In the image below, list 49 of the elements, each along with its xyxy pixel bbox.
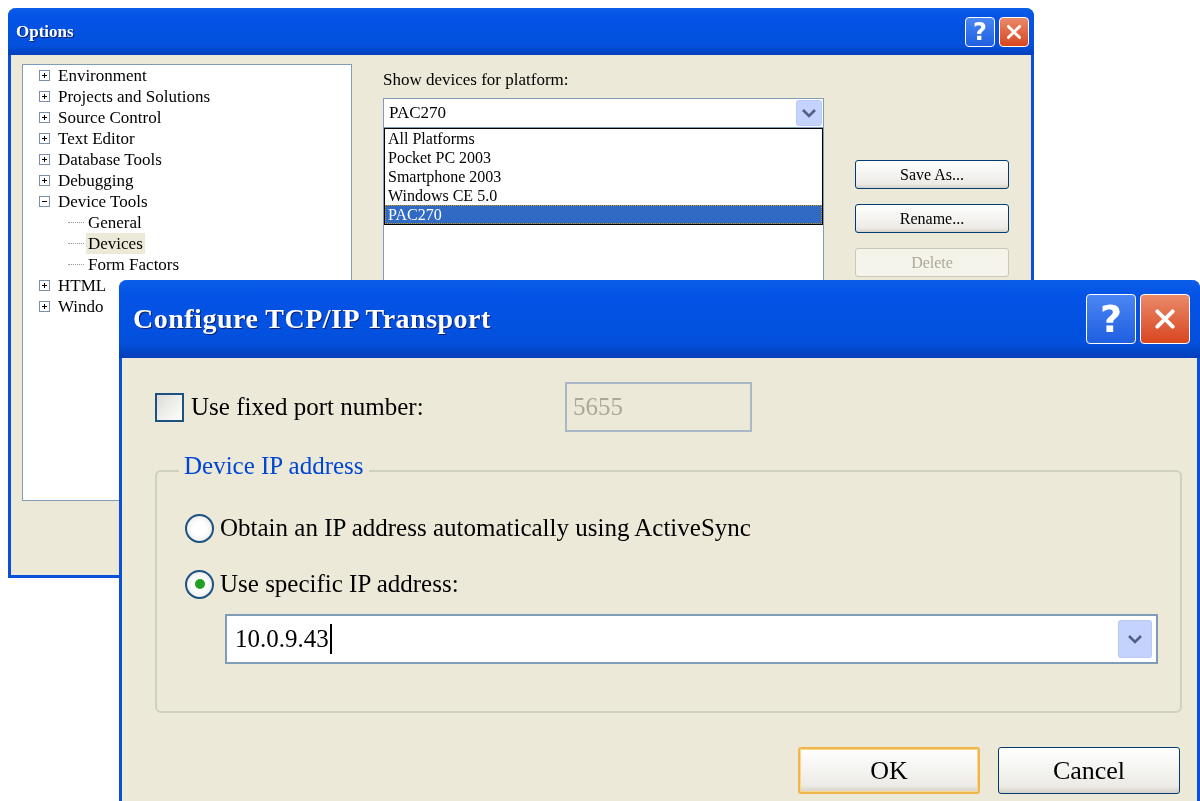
expand-icon[interactable] xyxy=(39,301,50,312)
tree-item[interactable]: Text Editor xyxy=(56,128,137,149)
tree-item[interactable]: Device Tools xyxy=(56,191,150,212)
radio-button[interactable] xyxy=(185,569,214,599)
expand-icon[interactable] xyxy=(39,280,50,291)
dropdown-button[interactable] xyxy=(796,100,822,126)
tree-item[interactable]: Devices xyxy=(86,233,145,254)
dropdown-option[interactable]: Pocket PC 2003 xyxy=(385,148,822,167)
collapse-icon[interactable] xyxy=(39,196,50,207)
dialog-button[interactable]: OK xyxy=(798,747,980,794)
tree-item[interactable]: Database Tools xyxy=(56,149,164,170)
tree-item[interactable]: Debugging xyxy=(56,170,136,191)
expand-icon[interactable] xyxy=(39,175,50,186)
expand-icon[interactable] xyxy=(39,91,50,102)
tree-item[interactable]: Projects and Solutions xyxy=(56,86,213,107)
dropdown-option[interactable]: PAC270 xyxy=(385,205,822,224)
window-title: Configure TCP/IP Transport xyxy=(133,303,491,335)
expand-icon[interactable] xyxy=(39,133,50,144)
close-icon xyxy=(1154,308,1176,330)
dialog-button[interactable]: Save As... xyxy=(855,160,1009,189)
dropdown-option[interactable]: All Platforms xyxy=(385,129,822,148)
expand-icon[interactable] xyxy=(39,154,50,165)
dropdown-option[interactable]: Smartphone 2003 xyxy=(385,167,822,186)
expand-icon[interactable] xyxy=(39,70,50,81)
expand-icon[interactable] xyxy=(39,112,50,123)
close-button[interactable] xyxy=(999,16,1029,47)
window-title: Options xyxy=(16,21,74,42)
tree-item[interactable]: General xyxy=(86,212,144,233)
close-icon xyxy=(1006,23,1022,40)
tree-item[interactable]: Environment xyxy=(56,65,149,86)
tree-item[interactable]: HTML xyxy=(56,275,109,296)
field-label: Show devices for platform: xyxy=(383,70,570,91)
help-button[interactable]: ? xyxy=(1086,294,1136,344)
dropdown-option[interactable]: Windows CE 5.0 xyxy=(385,186,822,205)
checkbox-label: Use fixed port number: xyxy=(191,393,424,421)
dropdown-button[interactable] xyxy=(1118,620,1152,658)
help-button[interactable]: ? xyxy=(965,16,995,47)
dialog-button[interactable]: Cancel xyxy=(998,747,1180,794)
radio-button[interactable] xyxy=(185,513,214,543)
ip-address-combo[interactable]: 10.0.9.43 xyxy=(225,614,1158,664)
tree-item[interactable]: Windo xyxy=(56,296,106,317)
platform-dropdown[interactable]: PAC270 xyxy=(383,98,824,128)
checkbox[interactable] xyxy=(155,392,184,422)
tree-item[interactable]: Form Factors xyxy=(86,254,182,275)
dialog-button[interactable]: Rename... xyxy=(855,204,1009,233)
radio-label: Obtain an IP address automatically using ActiveSync xyxy=(220,514,751,542)
radio-label: Use specific IP address: xyxy=(220,570,459,598)
tree-item[interactable]: Source Control xyxy=(56,107,164,128)
close-button[interactable] xyxy=(1140,294,1190,344)
